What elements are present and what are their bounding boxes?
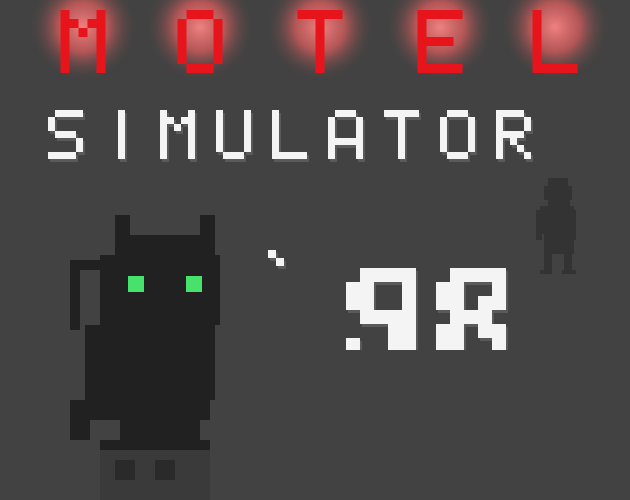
cat-part-2 bbox=[115, 235, 215, 255]
subtitle-letter-i-1 bbox=[118, 110, 127, 162]
subtitle-letter-t-6 bbox=[384, 110, 421, 162]
subtitle-letter-m-2 bbox=[160, 110, 197, 162]
shadow-figure-sprite bbox=[530, 170, 590, 280]
title-screen: MOTEL SIMULATOR bbox=[0, 0, 630, 500]
year-glyph-2 bbox=[436, 268, 508, 369]
neon-letters bbox=[60, 10, 578, 73]
subtitle-letter-o-7 bbox=[440, 110, 477, 162]
subtitle-letter-r-8 bbox=[496, 110, 533, 162]
cat-paw-left bbox=[115, 460, 135, 480]
game-subtitle: SIMULATOR bbox=[40, 100, 560, 170]
shadow-figure-body bbox=[536, 178, 576, 274]
black-cat-sprite bbox=[60, 210, 230, 500]
cat-part-9 bbox=[120, 420, 200, 440]
subtitle-letter-l-4 bbox=[272, 110, 309, 162]
year-glyph-1 bbox=[346, 268, 418, 369]
figure-part-4 bbox=[536, 210, 542, 240]
subtitle-letter-a-5 bbox=[328, 110, 365, 162]
figure-part-6 bbox=[544, 234, 574, 254]
cat-left-eye bbox=[128, 276, 144, 292]
cat-part-4 bbox=[70, 260, 100, 270]
year-letters bbox=[268, 250, 508, 369]
figure-part-10 bbox=[562, 270, 576, 274]
year-mark: '98 bbox=[260, 240, 540, 369]
neon-motel-sign: MOTEL bbox=[0, 0, 630, 82]
cat-paw-right bbox=[155, 460, 175, 480]
cat-right-eye bbox=[186, 276, 202, 292]
figure-part-9 bbox=[540, 270, 552, 274]
subtitle-letters bbox=[48, 110, 533, 162]
cat-part-7 bbox=[70, 400, 210, 420]
subtitle-letter-s-0 bbox=[48, 110, 85, 162]
year-glyph-0 bbox=[268, 250, 286, 269]
subtitle-letter-u-3 bbox=[216, 110, 253, 162]
cat-part-5 bbox=[70, 270, 80, 330]
figure-part-2 bbox=[548, 200, 570, 206]
figure-part-1 bbox=[544, 186, 572, 200]
cat-part-8 bbox=[70, 420, 90, 440]
figure-part-0 bbox=[548, 178, 568, 186]
figure-part-3 bbox=[540, 206, 574, 234]
cat-part-6 bbox=[85, 325, 215, 400]
cat-body bbox=[70, 215, 220, 500]
